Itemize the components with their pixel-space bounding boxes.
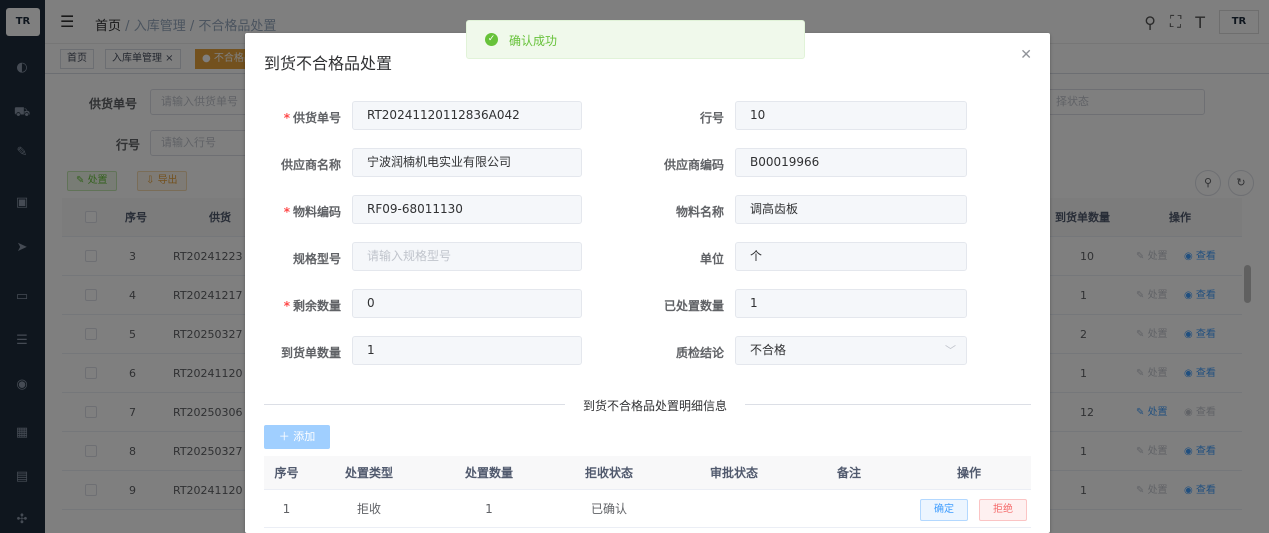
chevron-down-icon: ﹀ xyxy=(945,344,956,357)
nonconforming-dialog: 到货不合格品处置 ✕ * 供货单号 RT20241120112836A042 行号… xyxy=(245,33,1050,533)
material-code-field[interactable]: RF09-68011130 xyxy=(352,195,582,224)
toast-message: 确认成功 xyxy=(509,34,558,48)
supplier-name-field[interactable]: 宁波润楠机电实业有限公司 xyxy=(352,148,582,177)
material-name-label: 物料名称 xyxy=(675,205,724,219)
supplier-code-label: 供应商编码 xyxy=(663,158,724,172)
detail-table-header: 序号 处置类型 处置数量 拒收状态 审批状态 备注 操作 xyxy=(264,456,1031,490)
close-icon[interactable]: ✕ xyxy=(1020,47,1032,63)
processed-qty-field[interactable]: 1 xyxy=(735,289,967,318)
line-no-label: 行号 xyxy=(699,111,724,125)
material-code-label: * 物料编码 xyxy=(283,205,341,219)
supply-no-field[interactable]: RT20241120112836A042 xyxy=(352,101,582,130)
check-circle-icon: ✓ xyxy=(485,33,498,46)
supplier-name-label: 供应商名称 xyxy=(280,158,341,172)
material-name-field[interactable]: 调高齿板 xyxy=(735,195,967,224)
unit-label: 单位 xyxy=(699,252,724,266)
remain-qty-field[interactable]: 0 xyxy=(352,289,582,318)
unit-field[interactable]: 个 xyxy=(735,242,967,271)
confirm-button[interactable]: 确定 xyxy=(920,499,968,521)
detail-section-title: 到货不合格品处置明细信息 xyxy=(565,397,745,414)
supplier-code-field[interactable]: B00019966 xyxy=(735,148,967,177)
supply-no-label: * 供货单号 xyxy=(283,111,341,125)
spec-field[interactable]: 请输入规格型号 xyxy=(352,242,582,271)
add-button[interactable]: ＋ 添加 xyxy=(264,425,330,449)
qc-result-label: 质检结论 xyxy=(675,346,724,360)
reject-button[interactable]: 拒绝 xyxy=(979,499,1027,521)
remain-qty-label: * 剩余数量 xyxy=(283,299,341,313)
qc-result-select[interactable]: 不合格 ﹀ xyxy=(735,336,967,365)
arrival-qty-label: 到货单数量 xyxy=(280,346,341,360)
dialog-title: 到货不合格品处置 xyxy=(264,54,393,73)
line-no-field[interactable]: 10 xyxy=(735,101,967,130)
table-row: 1 拒收 1 已确认 确定 拒绝 xyxy=(264,490,1031,528)
arrival-qty-field[interactable]: 1 xyxy=(352,336,582,365)
success-toast: ✓ 确认成功 xyxy=(466,20,805,59)
processed-qty-label: 已处置数量 xyxy=(663,299,724,313)
spec-label: 规格型号 xyxy=(292,252,341,266)
